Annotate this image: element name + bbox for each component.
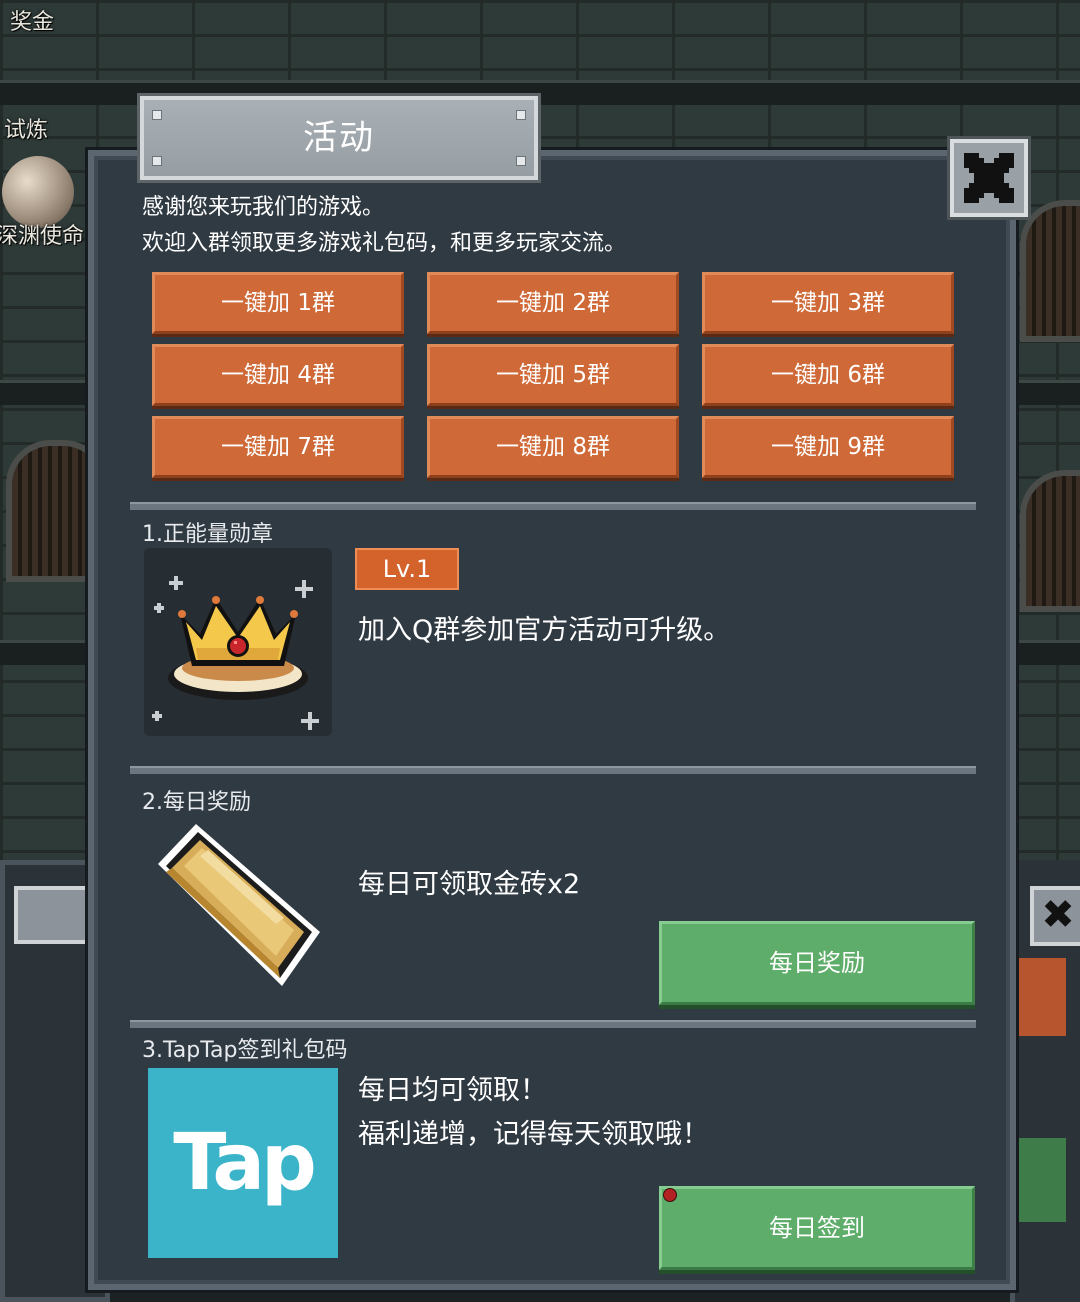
join-group-2-button[interactable]: 一键加 2群 xyxy=(427,272,679,334)
crown-medal-icon xyxy=(152,576,319,730)
daily-checkin-button[interactable]: 每日签到 xyxy=(659,1186,975,1270)
section-label-taptap: 3.TapTap签到礼包码 xyxy=(142,1038,348,1063)
side-menu-label[interactable]: 试炼 xyxy=(4,112,48,144)
daily-reward-button[interactable]: 每日奖励 xyxy=(659,921,975,1005)
background-button xyxy=(1014,1138,1066,1222)
background-close-icon: ✖ xyxy=(1030,886,1080,946)
side-menu-label[interactable]: 深渊使命 xyxy=(0,218,84,250)
join-group-3-button[interactable]: 一键加 3群 xyxy=(702,272,954,334)
intro-text: 感谢您来玩我们的游戏。 欢迎入群领取更多游戏礼包码，和更多玩家交流。 xyxy=(142,190,626,262)
intro-line: 感谢您来玩我们的游戏。 xyxy=(142,195,385,220)
modal-title-tab: 活动 xyxy=(140,96,538,180)
daily-reward-description: 每日可领取金砖x2 xyxy=(358,869,581,900)
modal-title: 活动 xyxy=(303,118,375,158)
section-divider xyxy=(130,1020,976,1028)
section-divider xyxy=(130,766,976,774)
taptap-logo-text: Tap xyxy=(173,1118,317,1208)
join-group-7-button[interactable]: 一键加 7群 xyxy=(152,416,404,478)
section-divider xyxy=(130,502,976,510)
medal-description: 加入Q群参加官方活动可升级。 xyxy=(358,615,731,646)
side-menu-label[interactable]: 奖金 xyxy=(10,4,54,36)
background-button xyxy=(1014,958,1066,1036)
join-group-1-button[interactable]: 一键加 1群 xyxy=(152,272,404,334)
dungeon-door xyxy=(1020,470,1080,612)
taptap-description-line-2: 福利递增，记得每天领取哦！ xyxy=(358,1119,709,1150)
background-tab xyxy=(14,886,94,944)
dungeon-door xyxy=(1020,200,1080,342)
taptap-logo: Tap xyxy=(148,1068,338,1258)
medal-icon-frame xyxy=(144,548,332,736)
join-group-5-button[interactable]: 一键加 5群 xyxy=(427,344,679,406)
join-group-9-button[interactable]: 一键加 9群 xyxy=(702,416,954,478)
close-button[interactable] xyxy=(950,139,1028,217)
level-badge: Lv.1 xyxy=(355,548,459,590)
rivet-icon xyxy=(516,156,526,166)
rivet-icon xyxy=(152,156,162,166)
join-group-4-button[interactable]: 一键加 4群 xyxy=(152,344,404,406)
section-label-medal: 1.正能量勋章 xyxy=(142,522,273,547)
close-x-icon xyxy=(964,153,1014,203)
taptap-description-line-1: 每日均可领取！ xyxy=(358,1075,547,1106)
intro-line: 欢迎入群领取更多游戏礼包码，和更多玩家交流。 xyxy=(142,231,627,256)
join-group-6-button[interactable]: 一键加 6群 xyxy=(702,344,954,406)
gold-brick-icon xyxy=(158,824,320,986)
join-group-8-button[interactable]: 一键加 8群 xyxy=(427,416,679,478)
notification-dot xyxy=(663,1188,677,1202)
rivet-icon xyxy=(516,110,526,120)
rivet-icon xyxy=(152,110,162,120)
